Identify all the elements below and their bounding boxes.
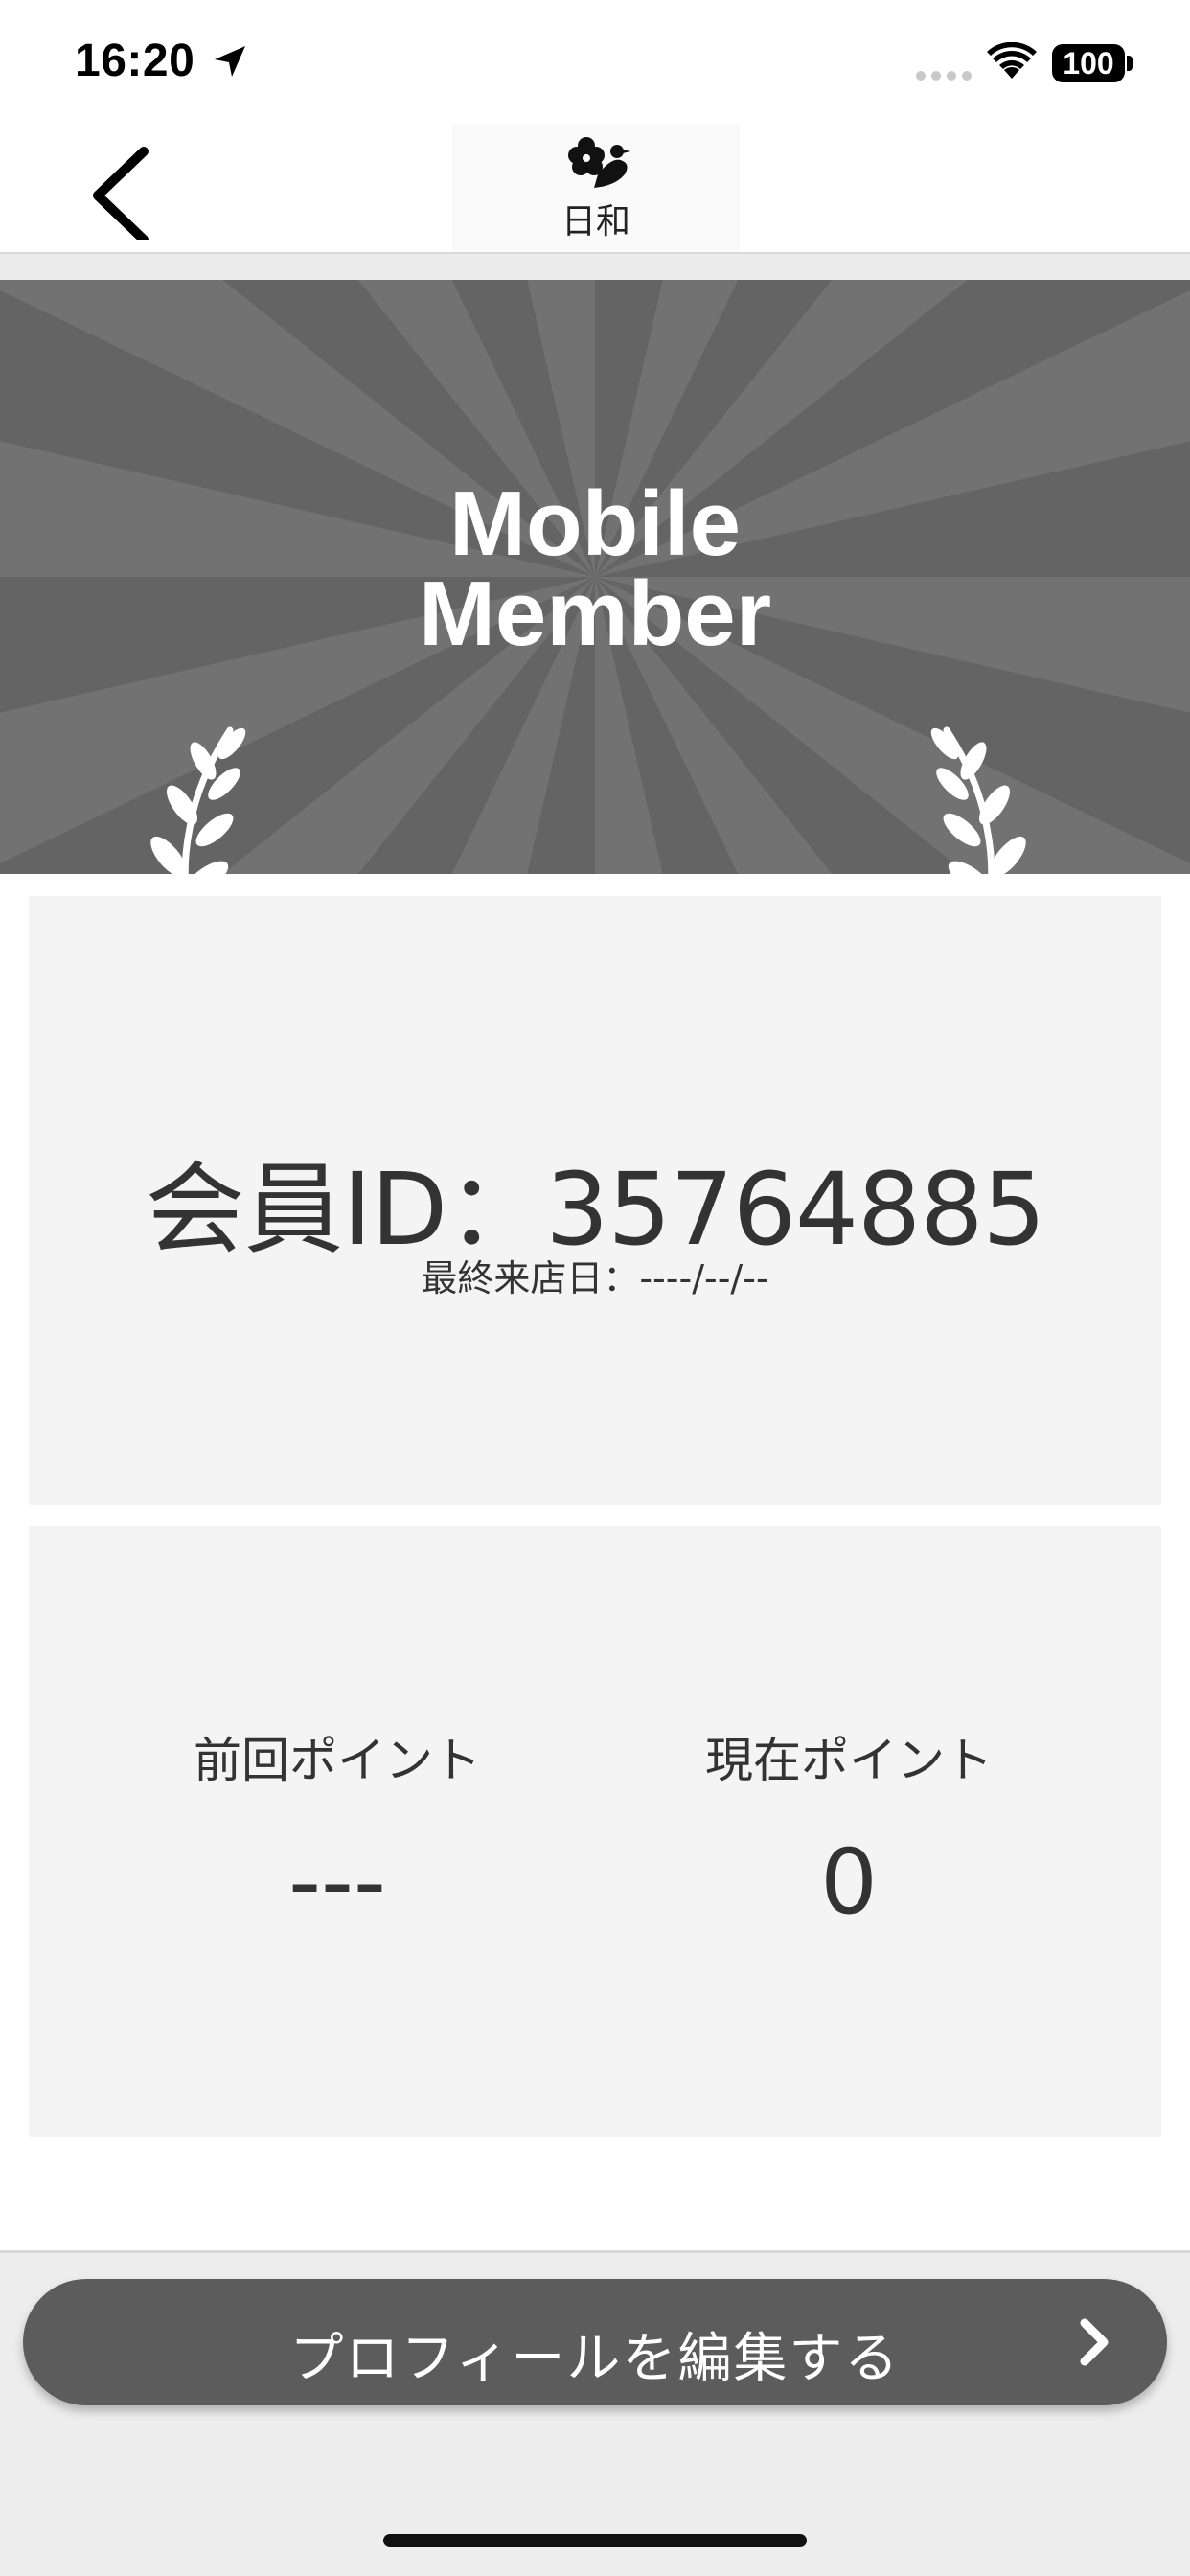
battery-indicator: 100 xyxy=(1052,44,1125,82)
nav-bar: 日和 xyxy=(0,125,1190,254)
location-arrow-icon xyxy=(215,46,245,77)
previous-points-value: --- xyxy=(288,1830,386,1935)
laurel-right-icon xyxy=(930,726,1026,874)
current-points-value: 0 xyxy=(820,1830,878,1935)
last-visit-date: 最終来店日：----/--/-- xyxy=(421,1257,769,1300)
chevron-right-icon xyxy=(1080,2318,1109,2366)
edit-profile-button[interactable]: プロフィールを編集する xyxy=(23,2279,1167,2405)
logo-text: 日和 xyxy=(561,202,630,242)
edit-profile-label: プロフィールを編集する xyxy=(289,2328,901,2390)
previous-points-label: 前回ポイント xyxy=(194,1733,481,1788)
status-time: 16:20 xyxy=(75,35,195,86)
current-points-label: 現在ポイント xyxy=(705,1733,993,1788)
wifi-icon xyxy=(987,42,1037,79)
banner-title-line1: Mobile xyxy=(449,472,741,575)
laurel-left-icon xyxy=(150,726,246,874)
back-button[interactable] xyxy=(77,134,172,244)
chevron-left-icon xyxy=(93,147,149,244)
brand-logo: 日和 xyxy=(452,125,740,251)
status-bar: 16:20 100 xyxy=(0,0,1190,125)
cellular-signal-icon xyxy=(916,71,972,80)
plum-blossom-bird-icon xyxy=(568,137,630,188)
banner-title: Mobile Member xyxy=(0,472,1190,665)
home-indicator xyxy=(383,2534,807,2547)
battery-tip xyxy=(1127,56,1133,71)
banner-title-line2: Member xyxy=(418,563,772,665)
